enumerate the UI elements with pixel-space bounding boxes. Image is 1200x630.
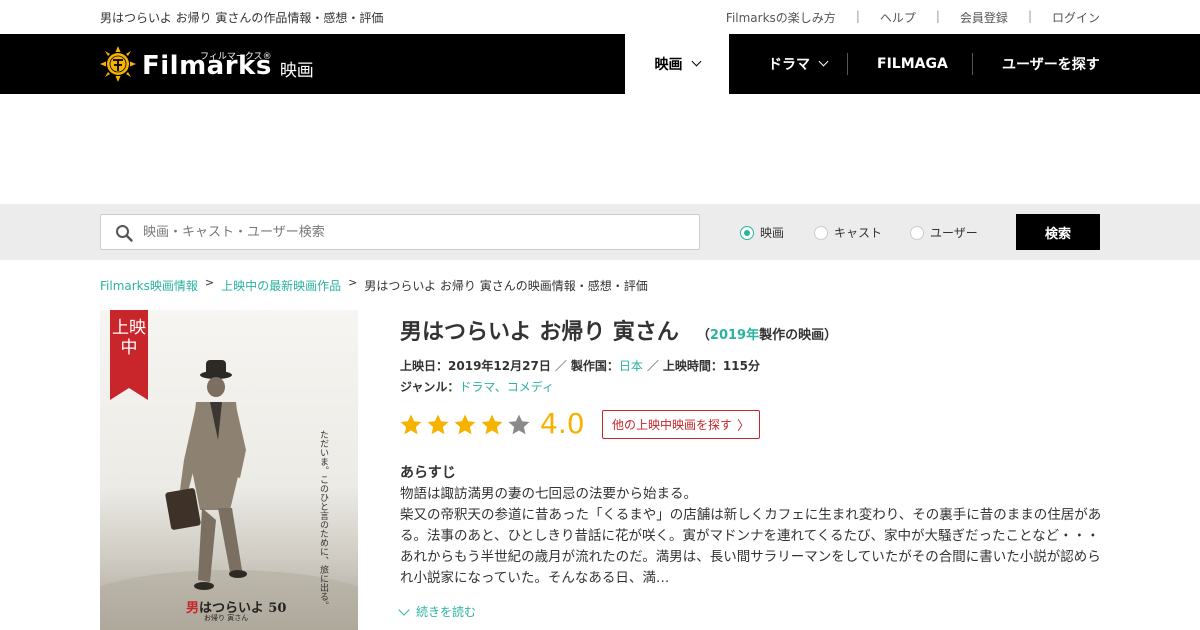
main-header: Filmarks フィルマークス® 映画 映画 ドラマ FILMAGA ユーザー… <box>0 34 1200 94</box>
average-score: 4.0 <box>540 407 585 440</box>
nav-movie[interactable]: 映画 <box>625 34 729 94</box>
radio-checked-icon <box>740 225 754 240</box>
breadcrumb-link-movies[interactable]: Filmarks映画情報 <box>100 277 198 294</box>
breadcrumb: Filmarks映画情報 > 上映中の最新映画作品 > 男はつらいよ お帰り 寅… <box>100 276 648 294</box>
radio-movie[interactable]: 映画 <box>740 224 784 241</box>
search-input[interactable] <box>143 215 693 249</box>
star-filled-icon <box>454 414 476 435</box>
star-filled-icon <box>427 414 449 435</box>
login-link[interactable]: ログイン <box>1052 9 1100 26</box>
breadcrumb-link-now-showing[interactable]: 上映中の最新映画作品 <box>221 277 341 294</box>
separator: | <box>855 9 860 23</box>
poster-tagline: ただいま。このひと言のために、旅に出る。 <box>318 430 328 610</box>
nav-drama-label: ドラマ <box>768 57 810 73</box>
radio-cast[interactable]: キャスト <box>814 224 882 241</box>
search-button[interactable]: 検索 <box>1016 214 1100 250</box>
nav-find-users[interactable]: ユーザーを探す <box>1002 34 1100 94</box>
genre-row: ジャンル：ドラマ、コメディ <box>400 378 554 395</box>
release-date: 2019年12月27日 <box>448 359 551 373</box>
register-link[interactable]: 会員登録 <box>960 9 1008 26</box>
genre-label: ジャンル： <box>400 380 460 394</box>
chevron-down-icon <box>818 56 829 66</box>
radio-movie-label: 映画 <box>760 226 785 240</box>
logo-subtitle: 映画 <box>279 60 314 81</box>
movie-poster[interactable]: 上映中 ただいま。このひと言のために、旅に出る。 男はつらいよ 50 お帰り 寅… <box>100 310 358 630</box>
runtime-label: 上映時間： <box>662 359 723 373</box>
search-box <box>100 214 700 250</box>
find-other-movies-label: 他の上映中映画を探す <box>611 418 732 432</box>
release-label: 上映日： <box>400 359 449 373</box>
poster-subtitle: お帰り 寅さん <box>204 614 249 622</box>
ribbon-tip <box>110 388 148 400</box>
find-other-movies-button[interactable]: 他の上映中映画を探す〉 <box>602 410 760 439</box>
country-link[interactable]: 日本 <box>619 359 643 373</box>
read-more-label: 続きを読む <box>416 605 477 619</box>
production-year-note: （2019年製作の映画） <box>696 328 838 343</box>
movie-meta: 上映日：2019年12月27日／製作国：日本／上映時間：115分 <box>400 359 760 373</box>
star-empty-icon <box>508 414 530 435</box>
chevron-down-icon <box>398 603 410 616</box>
chevron-down-icon <box>691 56 701 66</box>
breadcrumb-separator: > <box>348 276 358 289</box>
page-description: 男はつらいよ お帰り 寅さんの作品情報・感想・評価 <box>100 11 384 25</box>
radio-unchecked-icon <box>814 225 828 240</box>
radio-unchecked-icon <box>910 225 924 240</box>
synopsis-text: 物語は諏訪満男の妻の七回忌の法要から始まる。 柴又の帝釈天の参道に昔あった「くる… <box>400 486 1102 586</box>
country-label: 製作国： <box>570 359 619 373</box>
nav-divider <box>972 53 973 75</box>
chevron-right-icon: 〉 <box>737 419 751 434</box>
help-link[interactable]: ヘルプ <box>880 9 916 26</box>
separator: | <box>1027 9 1032 23</box>
poster-title-red: 男 <box>186 601 200 616</box>
star-filled-icon <box>481 414 503 435</box>
radio-user-label: ユーザー <box>930 226 978 240</box>
filmarks-logo[interactable]: Filmarks フィルマークス® 映画 <box>100 46 314 82</box>
top-utility-bar: 男はつらいよ お帰り 寅さんの作品情報・感想・評価 Filmarksの楽しみ方 … <box>0 0 1200 34</box>
nav-drama[interactable]: ドラマ <box>768 34 829 94</box>
utility-links: Filmarksの楽しみ方 | ヘルプ | 会員登録 | ログイン <box>726 9 1100 26</box>
nav-movie-label: 映画 <box>654 57 683 73</box>
breadcrumb-separator: > <box>204 276 215 289</box>
star-filled-icon <box>400 414 422 435</box>
runtime-value: 115分 <box>722 359 760 373</box>
production-year-link[interactable]: 2019年 <box>710 328 759 343</box>
how-to-link[interactable]: Filmarksの楽しみ方 <box>726 9 836 26</box>
sun-logo-icon <box>100 46 136 82</box>
read-more-link[interactable]: 続きを読む <box>398 603 476 620</box>
radio-user[interactable]: ユーザー <box>910 224 978 241</box>
synopsis-heading: あらすじ <box>400 465 456 481</box>
search-icon <box>116 225 133 242</box>
radio-cast-label: キャスト <box>834 226 883 240</box>
nav-filmaga-label: FILMAGA <box>877 56 948 72</box>
genre-links[interactable]: ドラマ、コメディ <box>459 380 554 394</box>
now-showing-label: 上映中 <box>112 318 146 358</box>
search-band: 映画 キャスト ユーザー 検索 <box>0 204 1200 260</box>
star-rating <box>399 413 534 437</box>
nav-filmaga[interactable]: FILMAGA <box>877 34 948 94</box>
logo-kana: フィルマークス® <box>200 52 272 62</box>
breadcrumb-current: 男はつらいよ お帰り 寅さんの映画情報・感想・評価 <box>364 279 648 293</box>
movie-title: 男はつらいよ お帰り 寅さん <box>400 320 679 345</box>
nav-find-users-label: ユーザーを探す <box>1002 57 1100 73</box>
nav-divider <box>847 53 848 75</box>
title-row: 男はつらいよ お帰り 寅さん （2019年製作の映画） <box>400 314 837 346</box>
separator: | <box>935 9 940 23</box>
